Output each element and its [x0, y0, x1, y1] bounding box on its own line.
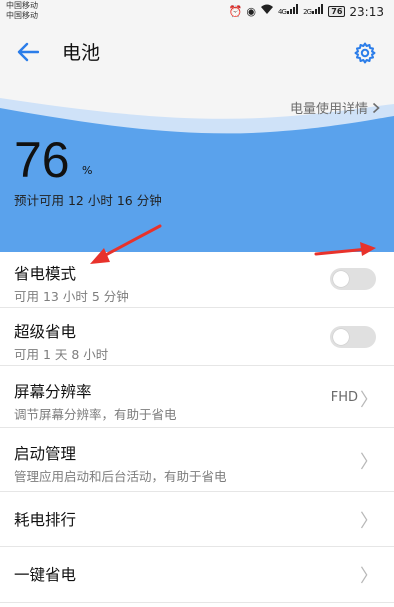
battery-level-unit: % — [82, 164, 93, 177]
carrier-name-1: 中国移动 — [6, 1, 38, 10]
list-item-title: 耗电排行 — [14, 511, 77, 529]
list-item-ultra-power-saving[interactable]: 超级省电 可用 1 天 8 小时 — [0, 308, 394, 366]
wifi-icon — [260, 4, 274, 19]
list-item-title: 启动管理 — [14, 445, 77, 463]
list-item-subtitle: 调节屏幕分辨率，有助于省电 — [14, 407, 177, 422]
battery-level-value: 76 — [14, 132, 70, 188]
list-item-power-consumption-ranking[interactable]: 耗电排行 〉 — [0, 492, 394, 547]
carrier-names: 中国移动 中国移动 — [6, 1, 38, 21]
chevron-right-icon: 〉 — [360, 452, 378, 473]
list-item-screen-resolution[interactable]: 屏幕分辨率 调节屏幕分辨率，有助于省电 FHD 〉 — [0, 366, 394, 428]
remaining-time-estimate: 预计可用 12 小时 16 分钟 — [14, 193, 162, 208]
list-item-title: 超级省电 — [14, 323, 77, 341]
network-type-label-2: 2G — [303, 8, 312, 16]
list-item-subtitle: 可用 13 小时 5 分钟 — [14, 289, 129, 304]
status-icons: ⏰ ◉ 4G 2G 76 23:13 — [229, 4, 384, 19]
alarm-icon: ⏰ — [228, 4, 243, 18]
list-item-title: 屏幕分辨率 — [14, 383, 92, 401]
status-time: 23:13 — [349, 4, 384, 19]
usage-details-label: 电量使用详情 — [289, 102, 368, 117]
title-bar: 电池 — [0, 24, 394, 80]
toggle-knob — [333, 329, 349, 345]
gear-icon — [354, 42, 376, 64]
list-item-title: 一键省电 — [14, 566, 77, 584]
chevron-right-icon: 〉 — [360, 390, 378, 411]
chevron-right-icon — [372, 102, 380, 113]
signal-icon-1: 4G — [278, 4, 299, 19]
signal-icon-2: 2G — [303, 4, 324, 19]
page-title: 电池 — [62, 42, 101, 64]
list-item-one-tap-optimize[interactable]: 一键省电 〉 — [0, 547, 394, 603]
usage-details-link[interactable]: 电量使用详情 — [290, 98, 380, 117]
chevron-right-icon: 〉 — [360, 511, 378, 532]
arrow-left-icon — [17, 42, 39, 62]
battery-icon: 76 — [328, 6, 346, 17]
status-bar: 中国移动 中国移动 ⏰ ◉ 4G 2G 76 23:13 — [0, 0, 394, 24]
list-item-power-saving[interactable]: 省电模式 可用 13 小时 5 分钟 — [0, 252, 394, 308]
carrier-name-2: 中国移动 — [6, 11, 38, 20]
eye-icon: ◉ — [246, 4, 257, 18]
power-saving-toggle[interactable] — [330, 268, 376, 290]
ultra-power-saving-toggle[interactable] — [330, 326, 376, 348]
battery-settings-list: 省电模式 可用 13 小时 5 分钟 超级省电 可用 1 天 8 小时 屏幕分辨… — [0, 252, 394, 603]
list-item-startup-management[interactable]: 启动管理 管理应用启动和后台活动，有助于省电 〉 — [0, 428, 394, 492]
battery-level-card: 电量使用详情 76 % 预计可用 12 小时 16 分钟 — [0, 80, 394, 252]
list-item-subtitle: 可用 1 天 8 小时 — [14, 347, 109, 362]
list-item-subtitle: 管理应用启动和后台活动，有助于省电 — [14, 469, 227, 484]
battery-settings-screen: 中国移动 中国移动 ⏰ ◉ 4G 2G 76 23:13 电池 电量使用详情 7… — [0, 0, 394, 607]
settings-button[interactable] — [348, 36, 382, 70]
network-type-label-1: 4G — [278, 8, 287, 16]
chevron-right-icon: 〉 — [360, 566, 378, 587]
toggle-knob — [333, 271, 349, 287]
back-button[interactable] — [8, 34, 48, 70]
list-item-title: 省电模式 — [14, 265, 77, 283]
resolution-value: FHD — [330, 390, 358, 405]
